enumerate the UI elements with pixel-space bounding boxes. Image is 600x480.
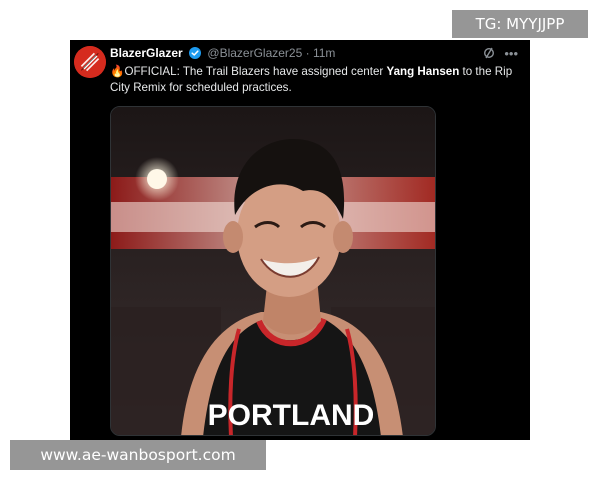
- site-watermark: www.ae-wanbosport.com: [10, 440, 266, 470]
- tweet-card[interactable]: BlazerGlazer @BlazerGlazer25 · 11m ••• 🔥…: [70, 40, 530, 440]
- header-actions: •••: [477, 46, 518, 61]
- grok-icon[interactable]: [483, 46, 499, 61]
- blazers-logo-avatar[interactable]: [74, 46, 106, 78]
- ellipsis-icon[interactable]: •••: [504, 46, 518, 61]
- pinwheel-logo-icon: [74, 46, 106, 78]
- tweet-text: 🔥OFFICIAL: The Trail Blazers have assign…: [110, 64, 518, 96]
- post-time[interactable]: 11m: [313, 46, 335, 60]
- tweet-photo[interactable]: PORTLAND: [110, 106, 436, 436]
- fire-emoji: 🔥: [110, 65, 125, 78]
- tweet-text-start: OFFICIAL: The Trail Blazers have assigne…: [124, 65, 387, 78]
- tweet-header: BlazerGlazer @BlazerGlazer25 · 11m •••: [110, 46, 520, 62]
- player-photo: PORTLAND: [111, 107, 435, 435]
- telegram-watermark: TG: MYYJJPP: [452, 10, 588, 38]
- meta-separator: ·: [305, 46, 310, 60]
- player-name: Yang Hansen: [386, 65, 460, 78]
- display-name[interactable]: BlazerGlazer: [110, 46, 183, 60]
- screenshot-canvas: BlazerGlazer @BlazerGlazer25 · 11m ••• 🔥…: [0, 0, 600, 480]
- jersey-text: PORTLAND: [208, 399, 375, 432]
- verified-badge-icon: [189, 47, 202, 59]
- user-handle[interactable]: @BlazerGlazer25: [207, 46, 302, 60]
